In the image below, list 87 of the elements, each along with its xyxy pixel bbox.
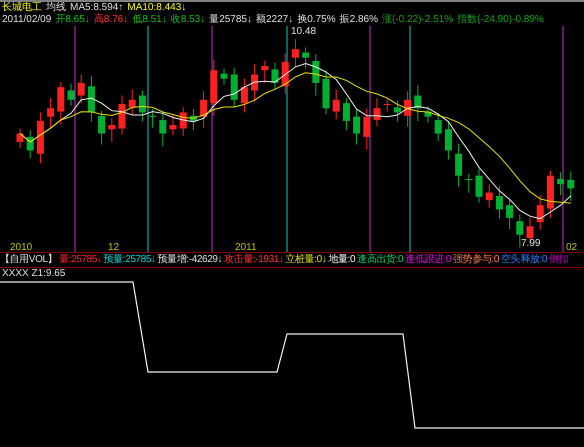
candlestick [546, 170, 554, 218]
axis-label: 12 [108, 242, 120, 252]
candlestick [486, 184, 493, 208]
candlestick [332, 89, 340, 120]
candlestick [57, 82, 64, 125]
candlestick [363, 108, 370, 150]
indicator-value: 强势参与:0 [453, 254, 500, 266]
candlestick [200, 90, 208, 128]
quote-value: 指数(-24.90)-0.89% [457, 14, 544, 26]
candlestick [170, 114, 176, 136]
candlestick [220, 68, 228, 86]
indicator-title: 【自用VOL】 [0, 254, 58, 266]
indicator-value: 逢高出货:0 [357, 254, 404, 266]
candlestick [149, 108, 156, 128]
candlestick [98, 110, 106, 145]
quote-value: 高8.76↓ [94, 14, 128, 26]
candlestick [272, 62, 278, 90]
indicator-value: 量:25785↓ [59, 254, 102, 266]
candlestick [180, 106, 187, 137]
quote-value: 低8.51↓ [132, 14, 167, 26]
indicator-value: 立桩量:0↓ [286, 254, 326, 266]
ma5-value: MA5:8.594↑ [70, 2, 124, 14]
candlestick [476, 168, 482, 204]
candlestick [567, 170, 574, 202]
candlestick [128, 89, 136, 116]
candlestick [374, 98, 380, 126]
low-price-label: 7.99 [521, 238, 540, 249]
candlestick [118, 95, 126, 135]
candlestick [282, 52, 289, 94]
candlestick [16, 128, 24, 148]
candlestick [302, 47, 310, 70]
candlestick [384, 98, 391, 112]
candlestick [47, 98, 54, 128]
candlestick [68, 83, 74, 106]
candlestick [292, 38, 299, 68]
indicator-value: 攻击量:-1931↓ [224, 254, 284, 266]
candlestick [240, 78, 248, 113]
candlestick [342, 98, 350, 131]
candlestick [36, 112, 44, 164]
candlestick [557, 172, 564, 196]
candlestick [26, 130, 34, 158]
candlestick [353, 109, 360, 145]
axis-label: 02 [566, 242, 578, 252]
quote-value: 振2.86% [340, 14, 378, 26]
candlestick [394, 100, 401, 122]
quote-value: 换0.75% [297, 14, 336, 26]
candlestick [190, 108, 197, 131]
candlestick [424, 106, 432, 124]
quote-value: 涨(-0.22)-2.51% [382, 14, 454, 26]
candlestick [455, 143, 462, 188]
high-price-label: 10.48 [291, 26, 316, 37]
candlestick [159, 111, 166, 147]
candlestick [138, 90, 146, 122]
candlestick [108, 118, 116, 142]
candlestick [251, 64, 258, 102]
candlestick [496, 185, 503, 220]
candlestick [210, 60, 218, 116]
ma10-value: MA10:8.443↓ [127, 2, 186, 14]
candlestick [465, 174, 472, 194]
indicator-value: 空头释放:0 [501, 254, 548, 266]
indicator-label: XXXX Z1:9.65 [2, 268, 66, 280]
quote-date: 2011/02/09 [2, 14, 52, 26]
stock-name: 长城电工 [2, 2, 42, 14]
candlestick [230, 67, 238, 108]
quote-value: 量25785↓ [209, 14, 252, 26]
indicator-value: 地量:0 [328, 254, 356, 266]
candlestick [78, 74, 85, 104]
indicator-name: 均线 [46, 2, 66, 14]
quote-value: 开8.65↓ [55, 14, 90, 26]
candlestick [322, 70, 330, 115]
candlestick [261, 60, 268, 84]
candlestick [536, 194, 544, 230]
axis-label: 2011 [235, 242, 257, 252]
candlestick [516, 214, 524, 248]
candlestick [506, 200, 514, 230]
indicator-value: 倒扣 [549, 254, 568, 266]
quote-value: 额2227↓ [256, 14, 294, 26]
quote-value: 收8.53↓ [170, 14, 206, 26]
candlestick [444, 120, 452, 160]
candlestick [404, 90, 412, 128]
indicator-value: 预量增:-42629↓ [158, 254, 222, 266]
candlestick [414, 84, 422, 122]
candlestick [88, 76, 95, 122]
indicator-value: 预量:25785↓ [104, 254, 156, 266]
axis-label: 2010 [10, 242, 32, 252]
candlestick [312, 54, 320, 96]
indicator-value: 逢低跟进:0 [405, 254, 452, 266]
